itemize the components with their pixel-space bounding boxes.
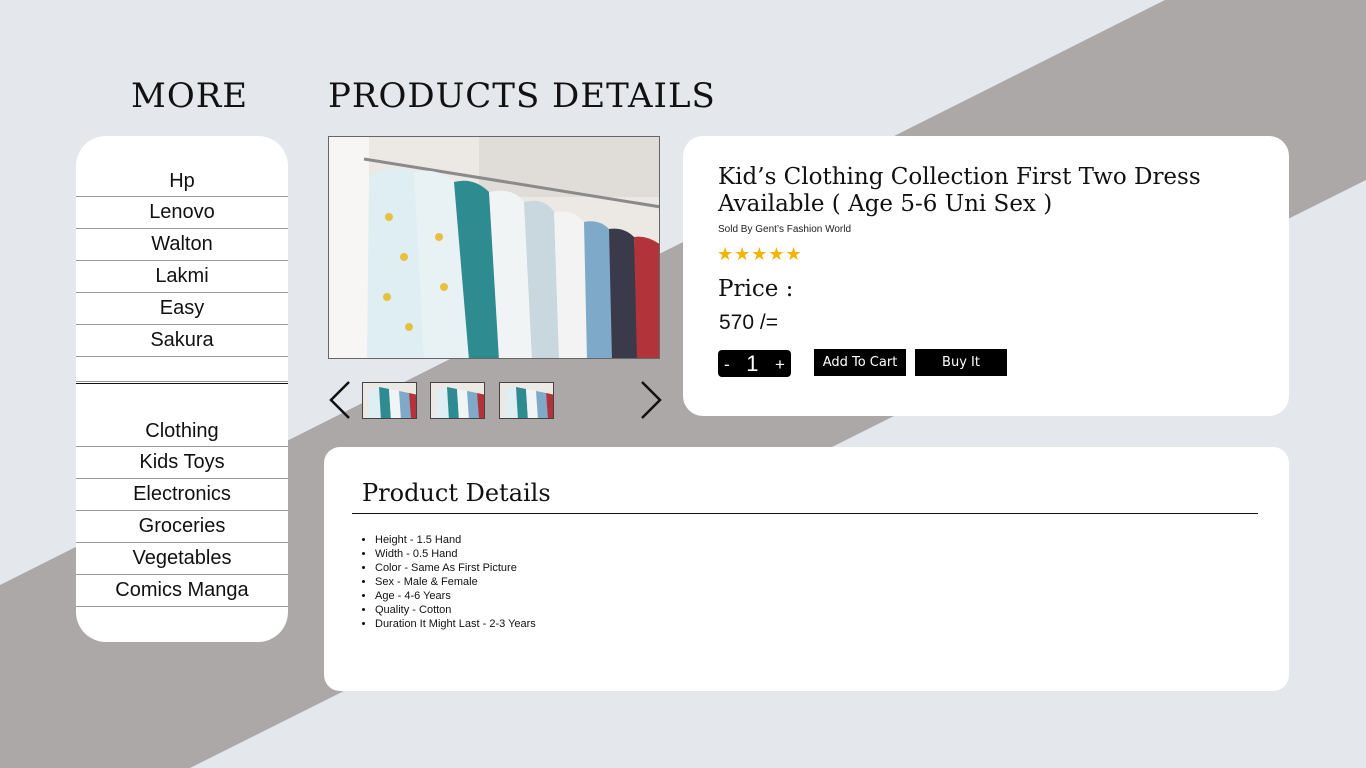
sidebar-divider xyxy=(76,383,288,384)
price-label: Price : xyxy=(718,276,794,302)
sidebar-item-lakmi[interactable]: Lakmi xyxy=(76,261,288,293)
sidebar-item-groceries[interactable]: Groceries xyxy=(76,511,288,543)
detail-width: Width - 0.5 Hand xyxy=(375,547,536,561)
product-details-title: Product Details xyxy=(362,479,551,507)
product-details-list: Height - 1.5 Hand Width - 0.5 Hand Color… xyxy=(375,533,536,631)
star-rating: ★★★★★ xyxy=(717,244,803,264)
sidebar-item-kids-toys[interactable]: Kids Toys xyxy=(76,447,288,479)
details-divider xyxy=(352,513,1258,514)
product-thumbnail-2[interactable] xyxy=(430,382,485,419)
sidebar-item-sakura[interactable]: Sakura xyxy=(76,325,288,357)
brand-list: Hp Lenovo Walton Lakmi Easy Sakura xyxy=(76,166,288,382)
detail-age: Age - 4-6 Years xyxy=(375,589,536,603)
sidebar-item-vegetables[interactable]: Vegetables xyxy=(76,543,288,575)
detail-sex: Sex - Male & Female xyxy=(375,575,536,589)
add-to-cart-button[interactable]: Add To Cart xyxy=(814,349,906,376)
sidebar-empty-row xyxy=(76,357,288,382)
seller-text: Sold By Gent’s Fashion World xyxy=(718,224,852,235)
quantity-stepper: - 1 + xyxy=(718,350,791,377)
quantity-decrease-button[interactable]: - xyxy=(724,355,730,375)
sidebar-item-easy[interactable]: Easy xyxy=(76,293,288,325)
quantity-increase-button[interactable]: + xyxy=(775,355,785,375)
category-list: Clothing Kids Toys Electronics Groceries… xyxy=(76,416,288,607)
chevron-left-icon[interactable] xyxy=(327,380,353,420)
product-main-image xyxy=(328,136,660,359)
detail-height: Height - 1.5 Hand xyxy=(375,533,536,547)
product-title: Kid’s Clothing Collection First Two Dres… xyxy=(718,164,1201,217)
detail-quality: Quality - Cotton xyxy=(375,603,536,617)
sidebar-item-comics-manga[interactable]: Comics Manga xyxy=(76,575,288,607)
chevron-right-icon[interactable] xyxy=(638,380,664,420)
products-details-heading: PRODUCTS DETAILS xyxy=(328,76,716,116)
sidebar-item-hp[interactable]: Hp xyxy=(76,166,288,197)
detail-duration: Duration It Might Last - 2-3 Years xyxy=(375,617,536,631)
price-value: 570 /= xyxy=(719,311,778,334)
sidebar-item-clothing[interactable]: Clothing xyxy=(76,416,288,447)
more-heading: MORE xyxy=(131,76,249,116)
quantity-value[interactable]: 1 xyxy=(746,351,758,377)
buy-it-button[interactable]: Buy It xyxy=(915,349,1007,376)
sidebar-item-electronics[interactable]: Electronics xyxy=(76,479,288,511)
detail-color: Color - Same As First Picture xyxy=(375,561,536,575)
sidebar: Hp Lenovo Walton Lakmi Easy Sakura Cloth… xyxy=(76,136,288,642)
product-thumbnail-1[interactable] xyxy=(362,382,417,419)
sidebar-item-lenovo[interactable]: Lenovo xyxy=(76,197,288,229)
product-thumbnail-3[interactable] xyxy=(499,382,554,419)
product-info-card: Kid’s Clothing Collection First Two Dres… xyxy=(683,136,1289,416)
sidebar-item-walton[interactable]: Walton xyxy=(76,229,288,261)
product-details-card: Product Details Height - 1.5 Hand Width … xyxy=(324,447,1289,691)
